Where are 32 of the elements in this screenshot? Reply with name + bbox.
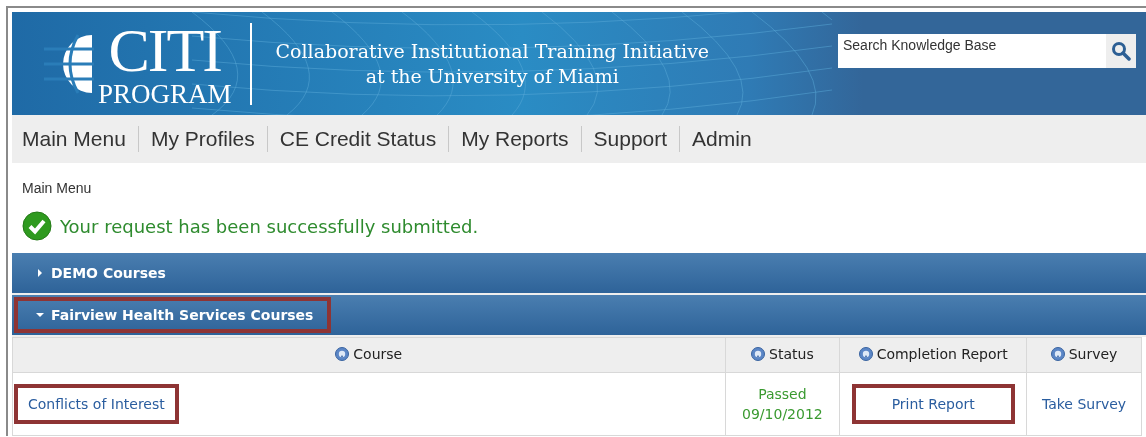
search-button[interactable] <box>1106 34 1136 68</box>
search-icon <box>1111 41 1131 61</box>
site-title: at the University of Miami <box>365 63 619 89</box>
nav-link[interactable]: Support <box>593 127 680 151</box>
nav-link[interactable]: CE Credit Status <box>279 127 449 151</box>
logo-text: CITI <box>108 19 222 81</box>
help-icon[interactable] <box>335 347 350 361</box>
triangle-down-icon <box>36 311 44 319</box>
nav-link[interactable]: My Profiles <box>150 127 267 151</box>
logo-subtext: PROGRAM <box>98 81 232 108</box>
column-header: Survey <box>1050 346 1118 362</box>
site-title: Collaborative Institutional Training Initiative <box>275 38 710 64</box>
triangle-right-icon <box>36 269 44 277</box>
section-toggle[interactable]: DEMO Courses <box>14 255 184 291</box>
status-text: Passed 09/10/2012 <box>742 385 823 424</box>
help-icon[interactable] <box>1050 347 1065 361</box>
print-report-link[interactable]: Print Report <box>851 384 1015 424</box>
nav-link[interactable]: My Reports <box>461 127 581 151</box>
help-icon[interactable] <box>858 347 873 361</box>
globe-icon <box>44 32 94 95</box>
nav-link[interactable]: Admin <box>692 127 764 151</box>
column-header: Course <box>335 346 403 362</box>
course-link[interactable]: Conflicts of Interest <box>14 384 179 424</box>
column-header: Status <box>751 346 814 362</box>
check-icon <box>22 211 52 241</box>
nav-link[interactable]: Main Menu <box>22 127 138 151</box>
section-toggle[interactable]: Fairview Health Services Courses <box>14 297 332 333</box>
search-field[interactable]: Search Knowledge Base <box>838 34 1106 68</box>
column-header: Completion Report <box>858 346 1008 362</box>
breadcrumb: Main Menu <box>22 180 92 196</box>
success-message: Your request has been successfully submitted. <box>60 215 479 237</box>
help-icon[interactable] <box>751 347 766 361</box>
